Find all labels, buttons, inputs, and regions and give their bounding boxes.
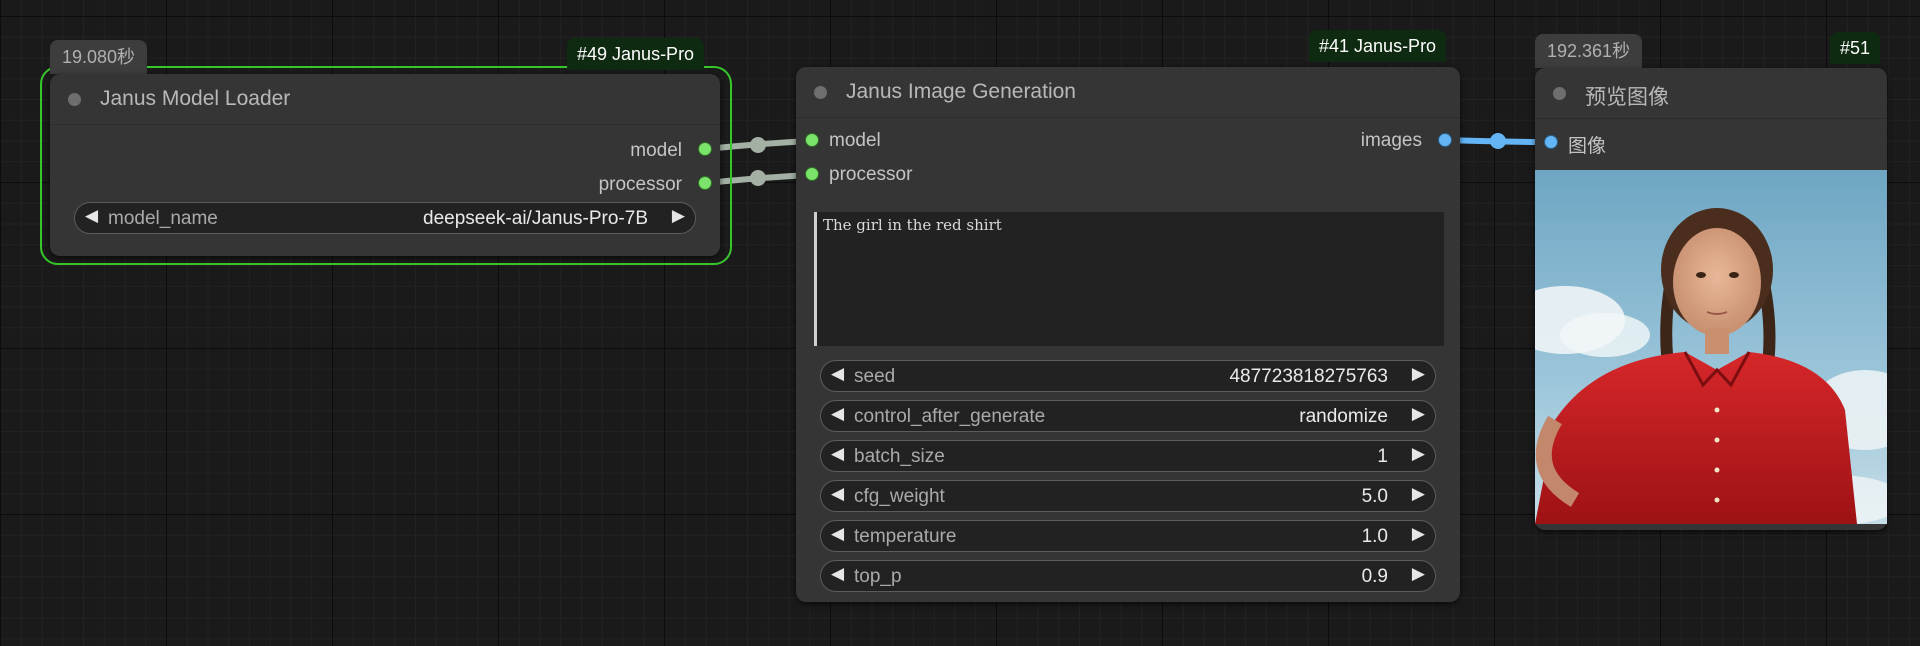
collapse-dot-icon[interactable] <box>1553 87 1566 100</box>
generation-title-bar[interactable]: Janus Image Generation <box>796 67 1460 118</box>
input-slot-model[interactable] <box>805 133 819 147</box>
output-label-model: model <box>630 140 682 161</box>
prompt-textarea[interactable]: The girl in the red shirt <box>814 212 1444 346</box>
widget-value: randomize <box>1299 406 1388 427</box>
widget-value: 487723818275763 <box>1229 366 1388 387</box>
input-label-processor: processor <box>829 164 913 185</box>
increment-arrow-icon[interactable]: ▶ <box>1412 564 1425 584</box>
increment-arrow-icon[interactable]: ▶ <box>1412 484 1425 504</box>
images-link-midpoint <box>1490 133 1506 149</box>
janus-model-loader-node[interactable]: Janus Model Loader model processor ◀ mod… <box>50 74 720 256</box>
decrement-arrow-icon[interactable]: ◀ <box>831 484 844 504</box>
shirt-button-2 <box>1714 437 1720 443</box>
input-label-model: model <box>829 130 881 151</box>
preview-id-badge: #51 <box>1830 32 1881 64</box>
decrement-arrow-icon[interactable]: ◀ <box>831 564 844 584</box>
loader-id-badge: #49 Janus-Pro <box>567 38 705 70</box>
increment-arrow-icon[interactable]: ▶ <box>1412 444 1425 464</box>
input-label-image: 图像 <box>1568 136 1607 157</box>
input-slot-processor[interactable] <box>805 167 819 181</box>
seed-widget[interactable]: ◀ seed 487723818275763 ▶ <box>820 360 1436 392</box>
widget-label: top_p <box>854 566 902 587</box>
increment-arrow-icon[interactable]: ▶ <box>1412 404 1425 424</box>
loader-exec-time-badge: 19.080秒 <box>50 40 148 74</box>
output-slot-images[interactable] <box>1438 133 1452 147</box>
decrement-arrow-icon[interactable]: ◀ <box>831 444 844 464</box>
combo-next-arrow-icon[interactable]: ▶ <box>672 206 685 226</box>
output-slot-processor[interactable] <box>698 176 712 190</box>
widget-value: 0.9 <box>1361 566 1388 587</box>
janus-image-generation-node[interactable]: Janus Image Generation model processor i… <box>796 67 1460 602</box>
preview-image[interactable] <box>1535 170 1887 524</box>
generation-id-badge: #41 Janus-Pro <box>1309 30 1447 62</box>
widget-label: batch_size <box>854 446 945 467</box>
cfg-weight-widget[interactable]: ◀ cfg_weight 5.0 ▶ <box>820 480 1436 512</box>
widget-value: 1.0 <box>1361 526 1388 547</box>
decrement-arrow-icon[interactable]: ◀ <box>831 364 844 384</box>
batch-size-widget[interactable]: ◀ batch_size 1 ▶ <box>820 440 1436 472</box>
output-label-images: images <box>1360 130 1422 151</box>
decrement-arrow-icon[interactable]: ◀ <box>831 404 844 424</box>
input-slot-image[interactable] <box>1544 135 1558 149</box>
widget-value: 5.0 <box>1361 486 1388 507</box>
increment-arrow-icon[interactable]: ▶ <box>1412 524 1425 544</box>
output-label-processor: processor <box>598 174 682 195</box>
model-name-combo[interactable]: ◀ model_name deepseek-ai/Janus-Pro-7B ▶ <box>74 202 696 234</box>
widget-label: temperature <box>854 526 957 547</box>
collapse-dot-icon[interactable] <box>68 93 81 106</box>
widget-value: 1 <box>1377 446 1388 467</box>
preview-image-node[interactable]: 预览图像 图像 <box>1535 68 1887 530</box>
collapse-dot-icon[interactable] <box>814 86 827 99</box>
decrement-arrow-icon[interactable]: ◀ <box>831 524 844 544</box>
eye-left <box>1696 272 1706 278</box>
preview-exec-time-badge: 192.361秒 <box>1535 34 1643 68</box>
face <box>1673 228 1761 336</box>
temperature-widget[interactable]: ◀ temperature 1.0 ▶ <box>820 520 1436 552</box>
widget-label: control_after_generate <box>854 406 1046 427</box>
shirt-button-4 <box>1714 497 1720 503</box>
eye-right <box>1729 272 1739 278</box>
widget-label: model_name <box>108 208 218 229</box>
loader-title: Janus Model Loader <box>100 87 291 110</box>
shirt-button-1 <box>1714 407 1720 413</box>
control-after-generate-widget[interactable]: ◀ control_after_generate randomize ▶ <box>820 400 1436 432</box>
widget-label: seed <box>854 366 896 387</box>
processor-link-midpoint <box>750 170 766 186</box>
model-link-midpoint <box>750 137 766 153</box>
loader-title-bar[interactable]: Janus Model Loader <box>50 74 720 125</box>
shirt-button-3 <box>1714 467 1720 473</box>
cloud-left-2 <box>1560 313 1650 357</box>
widget-label: cfg_weight <box>854 486 945 507</box>
combo-prev-arrow-icon[interactable]: ◀ <box>85 206 98 226</box>
widget-value: deepseek-ai/Janus-Pro-7B <box>423 208 648 229</box>
output-slot-model[interactable] <box>698 142 712 156</box>
generation-title: Janus Image Generation <box>846 80 1076 103</box>
graph-canvas[interactable]: 19.080秒 #49 Janus-Pro Janus Model Loader… <box>0 0 1920 646</box>
preview-title-bar[interactable]: 预览图像 <box>1535 68 1887 119</box>
preview-title: 预览图像 <box>1585 86 1669 109</box>
neck <box>1705 328 1729 354</box>
top-p-widget[interactable]: ◀ top_p 0.9 ▶ <box>820 560 1436 592</box>
increment-arrow-icon[interactable]: ▶ <box>1412 364 1425 384</box>
